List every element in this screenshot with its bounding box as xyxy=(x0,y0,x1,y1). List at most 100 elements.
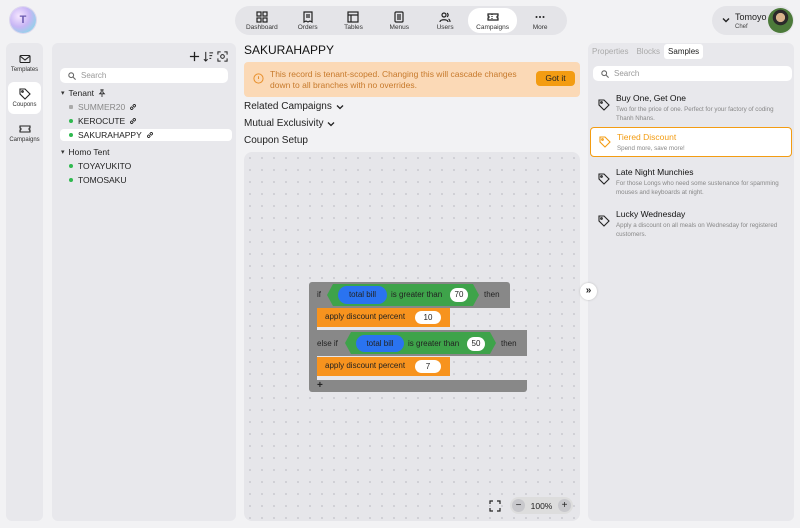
tenant-scope-alert: This record is tenant-scoped. Changing t… xyxy=(244,62,580,97)
tree-search-input[interactable]: Search xyxy=(60,68,228,83)
apply-discount-label: apply discount percent xyxy=(325,361,405,370)
sample-card-description: Two for the price of one. Perfect for yo… xyxy=(616,106,774,122)
user-role: Chef xyxy=(735,24,748,30)
plus-icon[interactable] xyxy=(189,51,200,62)
tab-properties[interactable]: Properties xyxy=(588,44,632,59)
ticket-icon xyxy=(18,125,31,133)
operator-label: is greater than xyxy=(391,290,443,299)
app-logo[interactable]: T xyxy=(10,7,36,33)
tree-toolbar xyxy=(189,51,228,62)
discount-percent-input[interactable]: 10 xyxy=(415,311,441,324)
sidebar-item-coupons[interactable]: Coupons xyxy=(8,82,41,114)
nav-tables[interactable]: Tables xyxy=(331,8,377,33)
sample-card-lucky-wednesday[interactable]: Lucky Wednesday Apply a discount on all … xyxy=(590,203,792,241)
total-bill-variable[interactable]: total bill xyxy=(356,335,404,352)
tree-item-label: SAKURAHAPPY xyxy=(78,130,142,140)
tag-icon xyxy=(598,215,610,227)
action-label: apply discount percent xyxy=(325,312,406,321)
nav-campaigns-label: Campaigns xyxy=(476,23,510,31)
tree-group-label: Homo Tent xyxy=(68,147,110,157)
nav-more[interactable]: More xyxy=(517,8,563,33)
tree-item-sakurahappy[interactable]: SAKURAHAPPY xyxy=(69,129,154,141)
else-if-block-spine xyxy=(309,356,317,380)
if-block-spine xyxy=(309,308,317,330)
pin-icon xyxy=(98,89,106,97)
then-label: then xyxy=(501,339,517,348)
user-menu[interactable]: Tomoyo Chef xyxy=(712,6,794,35)
add-condition-block[interactable] xyxy=(309,380,527,392)
sample-card-description: For those Longs who need some sustenance… xyxy=(616,180,779,196)
tree-item-summer20[interactable]: SUMMER20 xyxy=(69,101,137,113)
discount-percent-input[interactable]: 7 xyxy=(415,360,441,373)
nav-menus[interactable]: Menus xyxy=(376,8,422,33)
add-condition-button[interactable]: + xyxy=(317,380,323,391)
tab-samples[interactable]: Samples xyxy=(664,44,704,59)
sidebar-item-campaigns[interactable]: Campaigns xyxy=(8,117,41,149)
if-label: if xyxy=(317,290,321,299)
collapse-panel-button[interactable]: » xyxy=(580,283,597,300)
sample-card-description: Spend more, save more! xyxy=(617,145,685,152)
add-label: + xyxy=(317,380,323,391)
sort-icon[interactable] xyxy=(203,51,214,62)
sidebar-item-templates[interactable]: Templates xyxy=(8,47,41,79)
nav-dashboard[interactable]: Dashboard xyxy=(239,8,285,33)
tag-icon xyxy=(599,136,611,148)
apply-discount-label: apply discount percent xyxy=(325,312,405,321)
then-label: then xyxy=(484,290,500,299)
focus-icon[interactable] xyxy=(217,51,228,62)
then-keyword: then xyxy=(501,339,517,348)
alert-message: This record is tenant-scoped. Changing t… xyxy=(270,69,517,90)
tree-item-tomosaku[interactable]: TOMOSAKU xyxy=(69,174,127,186)
tag-icon xyxy=(598,173,610,185)
zoom-in-button[interactable]: + xyxy=(558,499,571,512)
status-dot xyxy=(69,105,73,109)
section-label: Mutual Exclusivity xyxy=(244,118,324,129)
sample-card-bogo[interactable]: Buy One, Get One Two for the price of on… xyxy=(590,87,792,123)
tab-blocks[interactable]: Blocks xyxy=(632,44,664,59)
top-navigation: Dashboard Orders Tables Menus Users Camp… xyxy=(235,6,567,35)
sample-card-late-night-munchies[interactable]: Late Night Munchies For those Longs who … xyxy=(590,161,792,199)
samples-search-input[interactable]: Search xyxy=(593,66,792,81)
zoom-level: 100% xyxy=(530,500,553,511)
coupon-setup-heading: Coupon Setup xyxy=(244,135,308,146)
nav-orders[interactable]: Orders xyxy=(285,8,331,33)
status-dot xyxy=(69,164,73,168)
caret-down-icon: ▾ xyxy=(61,90,65,97)
mail-icon xyxy=(18,54,31,64)
related-campaigns-toggle[interactable]: Related Campaigns xyxy=(244,101,345,112)
zoom-out-button[interactable]: − xyxy=(512,499,525,512)
search-icon xyxy=(601,69,609,78)
sample-card-tiered-discount[interactable]: Tiered Discount Spend more, save more! xyxy=(590,127,792,157)
if-keyword: if xyxy=(317,290,321,299)
nav-campaigns[interactable]: Campaigns xyxy=(467,8,518,33)
chevron-down-icon xyxy=(328,121,335,126)
tree-item-kerocute[interactable]: KEROCUTE xyxy=(69,115,137,127)
status-dot xyxy=(69,119,73,123)
threshold-value-input[interactable]: 50 xyxy=(467,337,485,351)
nav-users[interactable]: Users xyxy=(422,8,468,33)
avatar xyxy=(768,8,793,33)
status-dot xyxy=(69,178,73,182)
tree-group-homo-tent[interactable]: ▾ Homo Tent xyxy=(61,146,109,158)
status-dot xyxy=(69,133,73,137)
tree-group-tenant[interactable]: ▾ Tenant xyxy=(61,87,106,99)
tree-group-label: Tenant xyxy=(68,88,95,98)
mutual-exclusivity-toggle[interactable]: Mutual Exclusivity xyxy=(244,118,336,129)
sidebar-item-label: Templates xyxy=(10,67,39,73)
left-sidebar: Templates Coupons Campaigns xyxy=(6,43,43,521)
section-label: Coupon Setup xyxy=(244,135,308,146)
tree-item-toyayukito[interactable]: TOYAYUKITO xyxy=(69,160,131,172)
user-name: Tomoyo xyxy=(735,12,767,22)
sidebar-item-label: Campaigns xyxy=(9,137,40,143)
threshold-value-input[interactable]: 70 xyxy=(450,288,468,302)
total-bill-variable[interactable]: total bill xyxy=(338,286,387,304)
got-it-button[interactable]: Got it xyxy=(536,71,575,86)
tree-search-placeholder: Search xyxy=(81,71,107,80)
info-icon xyxy=(253,73,264,84)
greater-than-operator: is greater than xyxy=(391,290,442,299)
else-if-keyword: else if xyxy=(317,339,338,348)
right-panel-tabs: Properties Blocks Samples xyxy=(588,44,704,59)
campaigns-icon xyxy=(486,12,499,21)
tag-icon xyxy=(18,88,31,100)
fit-screen-icon[interactable] xyxy=(489,500,501,512)
